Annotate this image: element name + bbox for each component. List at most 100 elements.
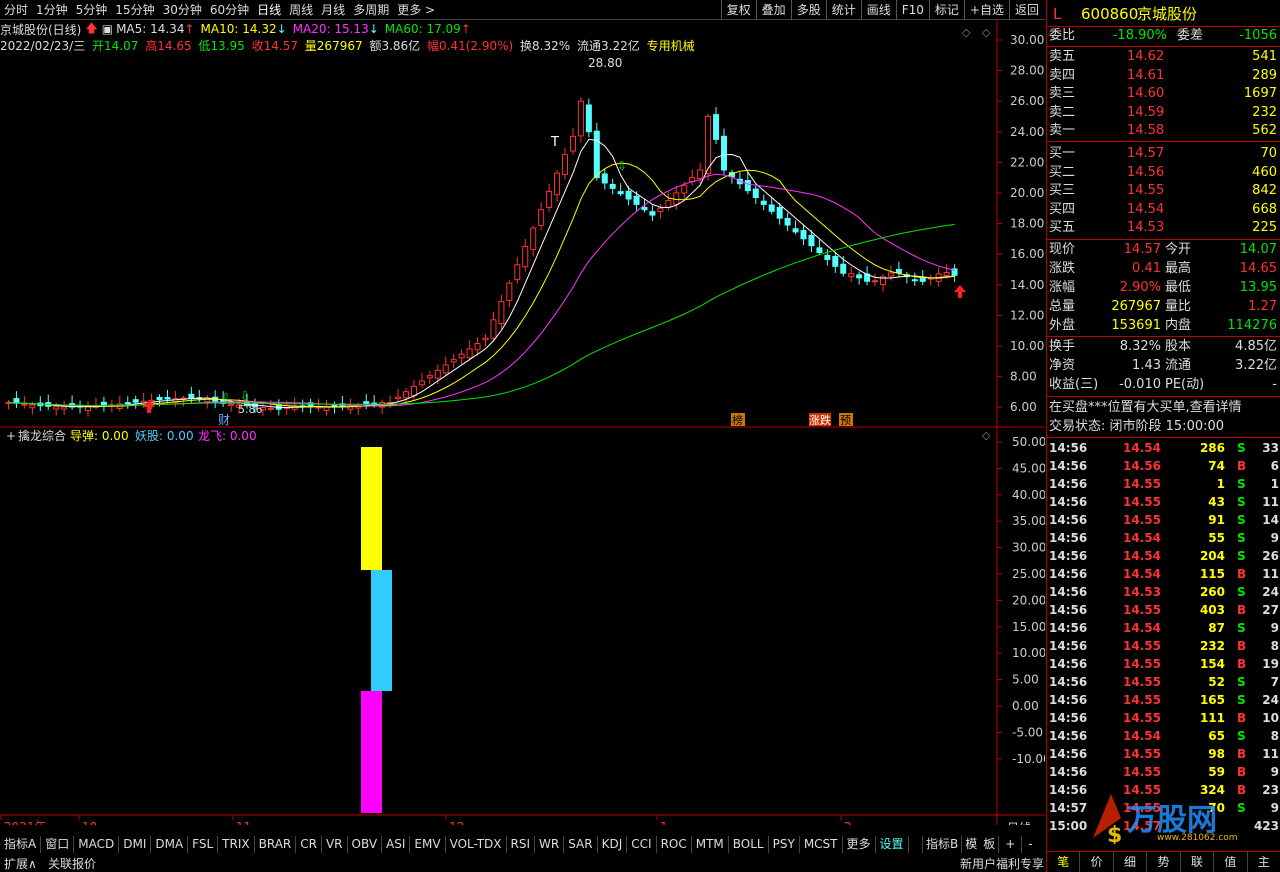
indicator-tab-18[interactable]: CCI [627,836,657,853]
period-tab-7[interactable]: 周线 [285,1,317,18]
panel-tab-4[interactable]: 联 [1181,852,1215,872]
period-tab-2[interactable]: 5分钟 [72,1,112,18]
period-tab-4[interactable]: 30分钟 [159,1,206,18]
bids-row[interactable]: 买三 14.55 842 [1047,182,1280,200]
diamond-icon[interactable]: ◇ [962,26,971,39]
tick-price: 14.55 [1123,495,1161,509]
indicator-tab-4[interactable]: DMA [151,836,189,853]
toolbar-button-3[interactable]: 统计 [825,0,861,20]
template-tab[interactable]: 模 [961,836,980,853]
indicator-tab-11[interactable]: ASI [382,836,411,853]
indicator-tab-9[interactable]: VR [322,836,348,853]
zhangdie-tag[interactable]: 涨跌 [809,413,831,427]
bids-row[interactable]: 买四 14.54 668 [1047,201,1280,219]
asks-row[interactable]: 卖一 14.58 562 [1047,122,1280,140]
indicator-b-bar: 指标B 模 板 + - [922,836,1039,853]
candle-body [911,279,918,282]
panel-tab-1[interactable]: 价 [1080,852,1114,872]
indicator-tab-23[interactable]: MCST [800,836,843,853]
period-tab-5[interactable]: 60分钟 [206,1,253,18]
indicator-tab-3[interactable]: DMI [119,836,152,853]
indicator-tab-16[interactable]: SAR [564,836,598,853]
indicator-tab-19[interactable]: ROC [657,836,692,853]
plus-icon[interactable]: + [6,429,16,443]
cai-tag[interactable]: 财 [218,413,230,427]
indicator-tab-6[interactable]: TRIX [218,836,255,853]
related-quote-button[interactable]: 关联报价 [48,855,96,872]
toolbar-button-7[interactable]: +自选 [963,0,1009,20]
panel-tab-2[interactable]: 细 [1114,852,1148,872]
toolbar-button-6[interactable]: 标记 [928,0,964,20]
bids-row[interactable]: 买一 14.57 70 [1047,145,1280,163]
zoom-in-button[interactable]: + [998,836,1021,853]
toolbar-button-5[interactable]: F10 [895,0,929,20]
promo-link[interactable]: 新用户福利专享 [960,855,1044,872]
toolbar-button-8[interactable]: 返回 [1008,0,1044,20]
notice-row[interactable]: 在买盘***位置有大买单,查看详情 [1047,399,1280,417]
expand-button[interactable]: 扩展∧ [4,855,37,872]
indicator-tab-17[interactable]: KDJ [598,836,628,853]
indicator-tick: 10.00 [1012,646,1045,660]
panel-tab-3[interactable]: 势 [1147,852,1181,872]
tick-count: 1 [1270,477,1279,491]
indicator-name[interactable]: 擒龙综合 [18,428,66,443]
toolbar-button-1[interactable]: 叠加 [755,0,791,20]
bids-row[interactable]: 买五 14.53 225 [1047,219,1280,237]
period-tab-8[interactable]: 月线 [317,1,349,18]
period-tab-0[interactable]: 分时 [0,1,32,18]
period-tab-9[interactable]: 多周期 [349,1,393,18]
indicator-tab-24[interactable]: 更多 [843,836,876,853]
bang-tag[interactable]: 榜 [732,413,743,427]
tick-side: B [1237,459,1247,473]
tick-volume: 260 [1199,585,1225,599]
period-tab-6[interactable]: 日线 [253,1,285,18]
diamond-icon-2[interactable]: ◇ [982,26,991,39]
indicator-tab-12[interactable]: EMV [410,836,446,853]
indicator-b-tab[interactable]: 指标B [922,836,961,853]
indicator-tab-13[interactable]: VOL-TDX [446,836,507,853]
toolbar-button-2[interactable]: 多股 [790,0,826,20]
asks-label: 卖四 [1049,67,1076,83]
ma20-line [8,173,955,407]
yu-tag[interactable]: 预 [840,414,851,427]
notice-text[interactable]: 在买盘***位置有大买单,查看详情 [1049,399,1242,417]
asks-row[interactable]: 卖三 14.60 1697 [1047,85,1280,103]
asks-row[interactable]: 卖五 14.62 541 [1047,48,1280,66]
asks-row[interactable]: 卖四 14.61 289 [1047,67,1280,85]
stats-value-1: 0.41 [1132,261,1161,276]
tick-side: B [1237,603,1247,617]
indicator-tab-7[interactable]: BRAR [255,836,297,853]
indicator-tab-25[interactable]: 设置 [876,836,909,853]
diamond-icon-3[interactable]: ◇ [982,429,991,442]
indicator-tab-0[interactable]: 指标A [0,836,42,853]
price-tick: 22.00 [1010,155,1044,169]
indicator-tab-1[interactable]: 窗口 [41,836,75,853]
watermark: $ 万股网 www.281062.com [1081,788,1280,848]
indicator-tab-20[interactable]: MTM [692,836,729,853]
zoom-out-button[interactable]: - [1021,836,1038,853]
panel-tab-6[interactable]: 主 [1248,852,1280,872]
period-tab-3[interactable]: 15分钟 [111,1,158,18]
indicator-tab-2[interactable]: MACD [74,836,120,853]
watermark-logo: $ 万股网 www.281062.com [1093,794,1238,848]
kline-chart[interactable]: ◇ ◇ ◇ 30.0028.0026.0024.0022.0020.0018.0… [0,20,1045,825]
indicator-tab-10[interactable]: OBV [348,836,383,853]
indicator-tab-15[interactable]: WR [535,836,565,853]
indicator-tab-21[interactable]: BOLL [729,836,769,853]
period-tab-1[interactable]: 1分钟 [32,1,72,18]
indicator-tab-22[interactable]: PSY [769,836,800,853]
period-tab-10[interactable]: 更多 > [393,1,439,18]
stats2-value-2: 3.22亿 [1235,358,1277,373]
tick-side: S [1237,729,1246,743]
indicator-tab-5[interactable]: FSL [188,836,219,853]
indicator-tab-8[interactable]: CR [296,836,322,853]
toolbar-button-0[interactable]: 复权 [720,0,756,20]
panel-tab-0[interactable]: 笔 [1047,852,1081,872]
panel-tab-5[interactable]: 值 [1214,852,1248,872]
indicator-tab-14[interactable]: RSI [507,836,536,853]
bids-row[interactable]: 买二 14.56 460 [1047,164,1280,182]
toolbar-button-4[interactable]: 画线 [860,0,896,20]
time-axis-period[interactable]: 日线 [1007,821,1031,825]
board-tab[interactable]: 板 [980,836,998,853]
asks-row[interactable]: 卖二 14.59 232 [1047,104,1280,122]
